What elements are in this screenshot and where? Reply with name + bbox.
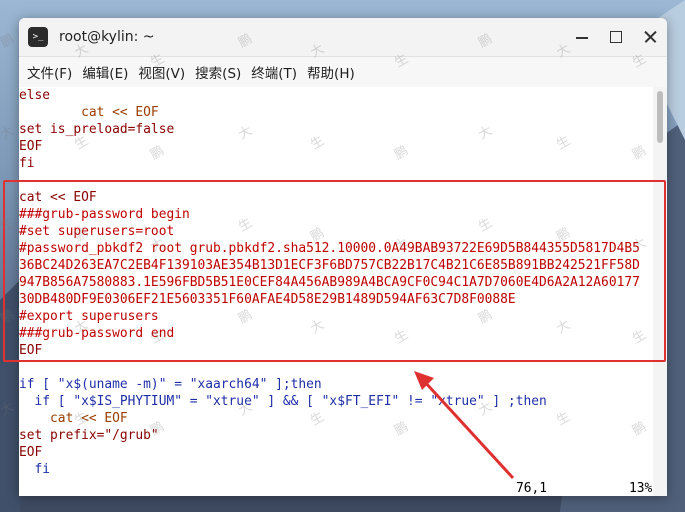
highlight-box: [3, 180, 666, 362]
cursor-position: 76,1: [516, 481, 548, 496]
code-line: fi: [19, 462, 51, 477]
menu-edit[interactable]: 编辑(E): [82, 62, 137, 82]
menu-search[interactable]: 搜索(S): [195, 62, 250, 82]
code-line: EOF: [19, 139, 43, 154]
menu-view[interactable]: 视图(V): [138, 62, 194, 82]
menu-help[interactable]: 帮助(H): [307, 62, 364, 82]
watermark-glyph: 大: [0, 123, 17, 143]
scroll-percent: 13%: [629, 481, 653, 496]
code-line: fi: [19, 156, 35, 171]
code-line: cat << EOF: [19, 411, 128, 426]
code-line: set is_preload=false: [19, 122, 175, 137]
menu-file[interactable]: 文件(F): [27, 62, 81, 82]
watermark-glyph: 鹏: [0, 31, 17, 51]
code-line: cat << EOF: [19, 105, 159, 120]
title-bar: >_ root@kylin: ~: [19, 18, 667, 57]
maximize-icon[interactable]: [609, 30, 623, 44]
code-line: EOF: [19, 445, 43, 460]
watermark-glyph: 大: [0, 399, 17, 419]
code-line: else: [19, 88, 51, 103]
menu-bar: 文件(F) 编辑(E) 视图(V) 搜索(S) 终端(T) 帮助(H): [19, 57, 667, 88]
minimize-icon[interactable]: [575, 30, 589, 44]
code-line: set prefix="/grub": [19, 428, 159, 443]
close-icon[interactable]: [643, 30, 657, 44]
menu-terminal[interactable]: 终端(T): [251, 62, 306, 82]
terminal-icon: >_: [28, 27, 48, 47]
code-line: if [ "x$(uname -m)" = "xaarch64" ];then: [19, 377, 322, 392]
window-title: root@kylin: ~: [59, 29, 155, 45]
code-line: if [ "x$IS_PHYTIUM" = "xtrue" ] && [ "x$…: [19, 394, 547, 409]
window-controls: [575, 18, 657, 56]
status-line: 76,1 13%: [19, 481, 653, 496]
scroll-thumb[interactable]: [657, 91, 663, 143]
